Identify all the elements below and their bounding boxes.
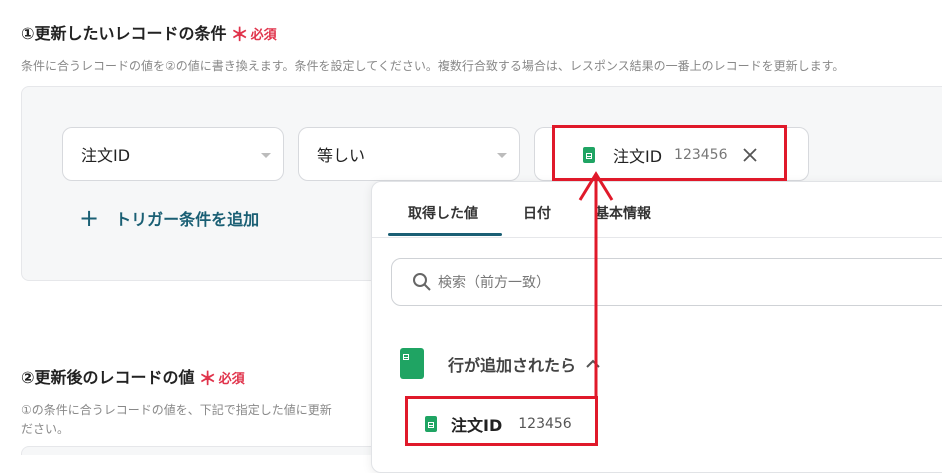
search-icon	[413, 273, 431, 291]
operator-select-value: 等しい	[317, 146, 366, 165]
section1-title-text: ①更新したいレコードの条件	[21, 24, 227, 43]
chevron-down-icon	[261, 153, 271, 158]
active-tab-indicator	[388, 233, 502, 236]
tab-date[interactable]: 日付	[523, 203, 551, 223]
section2-title: ②更新後のレコードの値＊必須	[21, 364, 245, 391]
field-select-value: 注文ID	[81, 146, 131, 165]
tab-acquired-values[interactable]: 取得した値	[408, 203, 478, 223]
section2-panel	[21, 446, 383, 455]
annotation-box-list-item	[405, 396, 598, 446]
field-select[interactable]: 注文ID	[62, 127, 284, 181]
search-placeholder: 検索（前方一致）	[438, 275, 550, 291]
required-label: 必須	[218, 372, 245, 387]
required-badge: ＊必須	[198, 369, 245, 390]
google-sheets-icon	[400, 348, 424, 379]
section1-description: 条件に合うレコードの値を②の値に書き換えます。条件を設定してください。複数行合致…	[21, 59, 845, 73]
section1-title: ①更新したいレコードの条件＊必須	[21, 20, 277, 47]
tab-divider	[372, 237, 942, 238]
section2-description-line2: ださい。	[21, 422, 70, 436]
operator-select[interactable]: 等しい	[298, 127, 520, 181]
required-badge: ＊必須	[230, 25, 277, 46]
group-label: 行が追加されたら	[448, 355, 577, 375]
annotation-arrow-icon	[578, 171, 614, 396]
search-input[interactable]: 検索（前方一致）	[391, 258, 942, 306]
section2-description-line1: ①の条件に合うレコードの値を、下記で指定した値に更新	[21, 403, 332, 417]
required-star: ＊	[230, 25, 249, 46]
add-trigger-label: トリガー条件を追加	[115, 210, 260, 229]
chevron-down-icon	[497, 153, 507, 158]
add-trigger-condition-button[interactable]: + トリガー条件を追加	[79, 206, 259, 230]
plus-icon: +	[79, 204, 100, 232]
section2-title-text: ②更新後のレコードの値	[21, 368, 195, 387]
required-label: 必須	[250, 28, 277, 43]
required-star: ＊	[198, 369, 217, 390]
